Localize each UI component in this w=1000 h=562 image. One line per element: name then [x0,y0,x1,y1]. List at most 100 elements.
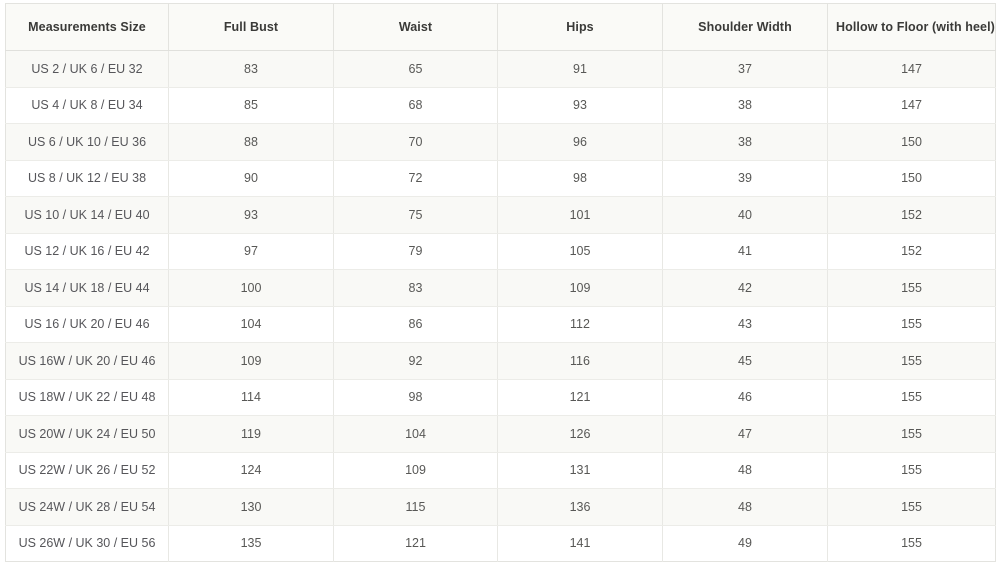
size-chart-container: Measurements Size Full Bust Waist Hips S… [0,0,1000,562]
column-header-waist: Waist [333,3,498,51]
cell-value: 147 [827,87,996,124]
cell-value: 92 [333,342,498,380]
cell-value: 48 [662,452,828,489]
table-row: US 16W / UK 20 / EU 46 109 92 116 45 155 [5,342,996,380]
cell-value: 121 [497,379,663,416]
cell-value: 155 [827,525,996,562]
cell-value: 37 [662,50,828,88]
cell-value: 126 [497,415,663,453]
cell-value: 130 [168,488,334,526]
cell-measurements-size: US 12 / UK 16 / EU 42 [5,233,169,270]
table-header: Measurements Size Full Bust Waist Hips S… [5,3,996,51]
cell-value: 135 [168,525,334,562]
cell-value: 45 [662,342,828,380]
cell-measurements-size: US 18W / UK 22 / EU 48 [5,379,169,416]
cell-value: 150 [827,123,996,161]
column-header-measurements-size: Measurements Size [5,3,169,51]
cell-measurements-size: US 6 / UK 10 / EU 36 [5,123,169,161]
cell-value: 131 [497,452,663,489]
cell-value: 104 [333,415,498,453]
cell-value: 70 [333,123,498,161]
cell-value: 155 [827,342,996,380]
cell-value: 100 [168,269,334,307]
cell-measurements-size: US 26W / UK 30 / EU 56 [5,525,169,562]
cell-value: 112 [497,306,663,343]
cell-measurements-size: US 20W / UK 24 / EU 50 [5,415,169,453]
cell-value: 85 [168,87,334,124]
cell-value: 115 [333,488,498,526]
cell-value: 38 [662,87,828,124]
cell-value: 155 [827,488,996,526]
cell-value: 116 [497,342,663,380]
cell-value: 49 [662,525,828,562]
cell-value: 42 [662,269,828,307]
cell-value: 79 [333,233,498,270]
cell-value: 119 [168,415,334,453]
table-row: US 14 / UK 18 / EU 44 100 83 109 42 155 [5,269,996,307]
cell-value: 90 [168,160,334,197]
cell-value: 104 [168,306,334,343]
table-body: US 2 / UK 6 / EU 32 83 65 91 37 147 US 4 / UK … [5,50,996,562]
cell-value: 114 [168,379,334,416]
cell-value: 147 [827,50,996,88]
cell-value: 101 [497,196,663,234]
cell-measurements-size: US 2 / UK 6 / EU 32 [5,50,169,88]
table-row: US 12 / UK 16 / EU 42 97 79 105 41 152 [5,233,996,270]
cell-value: 39 [662,160,828,197]
header-row: Measurements Size Full Bust Waist Hips S… [5,3,996,51]
cell-measurements-size: US 24W / UK 28 / EU 54 [5,488,169,526]
table-row: US 4 / UK 8 / EU 34 85 68 93 38 147 [5,87,996,124]
cell-value: 155 [827,452,996,489]
column-header-hips: Hips [497,3,663,51]
table-row: US 8 / UK 12 / EU 38 90 72 98 39 150 [5,160,996,197]
table-row: US 18W / UK 22 / EU 48 114 98 121 46 155 [5,379,996,416]
cell-value: 152 [827,196,996,234]
cell-value: 121 [333,525,498,562]
cell-value: 150 [827,160,996,197]
cell-value: 105 [497,233,663,270]
cell-value: 109 [497,269,663,307]
table-row: US 20W / UK 24 / EU 50 119 104 126 47 155 [5,415,996,453]
cell-measurements-size: US 14 / UK 18 / EU 44 [5,269,169,307]
table-row: US 10 / UK 14 / EU 40 93 75 101 40 152 [5,196,996,234]
cell-value: 97 [168,233,334,270]
cell-value: 88 [168,123,334,161]
cell-value: 152 [827,233,996,270]
cell-value: 75 [333,196,498,234]
cell-value: 96 [497,123,663,161]
cell-value: 72 [333,160,498,197]
cell-value: 38 [662,123,828,161]
cell-value: 93 [168,196,334,234]
table-row: US 26W / UK 30 / EU 56 135 121 141 49 155 [5,525,996,562]
cell-value: 40 [662,196,828,234]
cell-measurements-size: US 22W / UK 26 / EU 52 [5,452,169,489]
cell-measurements-size: US 8 / UK 12 / EU 38 [5,160,169,197]
cell-value: 136 [497,488,663,526]
size-chart-table: Measurements Size Full Bust Waist Hips S… [5,3,996,562]
cell-value: 124 [168,452,334,489]
cell-value: 86 [333,306,498,343]
cell-value: 41 [662,233,828,270]
cell-value: 47 [662,415,828,453]
cell-value: 91 [497,50,663,88]
table-row: US 6 / UK 10 / EU 36 88 70 96 38 150 [5,123,996,161]
cell-value: 155 [827,415,996,453]
cell-value: 48 [662,488,828,526]
cell-value: 109 [168,342,334,380]
cell-value: 155 [827,306,996,343]
cell-value: 155 [827,269,996,307]
table-row: US 16 / UK 20 / EU 46 104 86 112 43 155 [5,306,996,343]
cell-value: 98 [497,160,663,197]
column-header-shoulder-width: Shoulder Width [662,3,828,51]
cell-measurements-size: US 4 / UK 8 / EU 34 [5,87,169,124]
table-row: US 22W / UK 26 / EU 52 124 109 131 48 155 [5,452,996,489]
cell-value: 93 [497,87,663,124]
column-header-full-bust: Full Bust [168,3,334,51]
cell-value: 65 [333,50,498,88]
table-row: US 24W / UK 28 / EU 54 130 115 136 48 155 [5,488,996,526]
cell-measurements-size: US 16 / UK 20 / EU 46 [5,306,169,343]
cell-measurements-size: US 10 / UK 14 / EU 40 [5,196,169,234]
cell-measurements-size: US 16W / UK 20 / EU 46 [5,342,169,380]
cell-value: 43 [662,306,828,343]
cell-value: 46 [662,379,828,416]
